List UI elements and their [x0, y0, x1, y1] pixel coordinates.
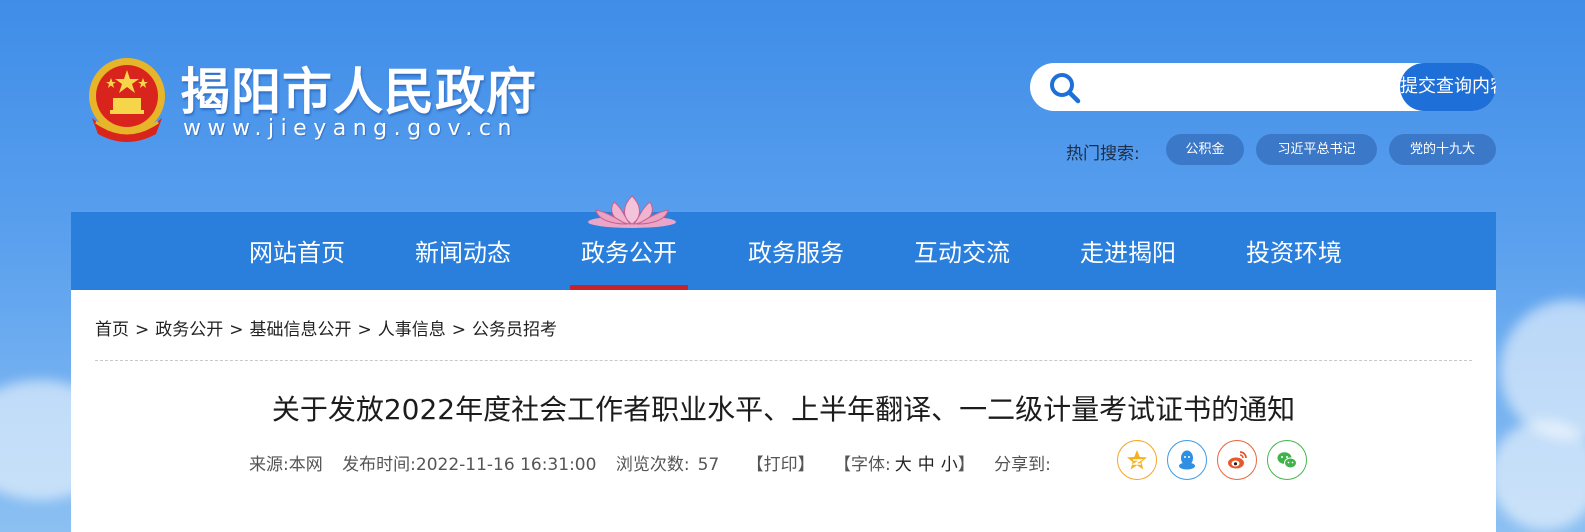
- breadcrumb-separator: >: [357, 320, 372, 340]
- wechat-icon: [1277, 452, 1297, 469]
- cloud-decoration: [1500, 300, 1585, 440]
- search-bar: 提交查询内容: [1030, 63, 1496, 111]
- site-title[interactable]: 揭阳市人民政府: [180, 52, 537, 124]
- main-nav: 网站首页 新闻动态 政务公开 政务服务 互动交流 走进揭阳 投资环境: [71, 212, 1496, 290]
- breadcrumb: 首页 > 政务公开 > 基础信息公开 > 人事信息 > 公务员招考: [95, 315, 557, 340]
- weibo-icon: [1228, 451, 1247, 469]
- hot-search-tag[interactable]: 习近平总书记: [1256, 134, 1377, 165]
- source-label: 来源:: [249, 455, 289, 475]
- article-title: 关于发放2022年度社会工作者职业水平、上半年翻译、一二级计量考试证书的通知: [271, 393, 1296, 426]
- article-meta: 来源:本网 发布时间:2022-11-16 16:31:00 浏览次数: 57 【…: [249, 450, 1065, 475]
- print-button[interactable]: 【打印】: [747, 455, 815, 475]
- share-wechat-button[interactable]: [1267, 440, 1307, 480]
- qzone-icon: [1127, 450, 1147, 470]
- font-size-large[interactable]: 大: [895, 455, 912, 475]
- breadcrumb-separator: >: [451, 320, 466, 340]
- nav-item-gov-services[interactable]: 政务服务: [726, 212, 866, 290]
- font-size-close: 】: [957, 455, 975, 475]
- nav-item-interaction[interactable]: 互动交流: [892, 212, 1032, 290]
- breadcrumb-civil-servant-exam[interactable]: 公务员招考: [472, 320, 557, 340]
- views-label: 浏览次数:: [615, 455, 690, 475]
- hot-search-tag[interactable]: 党的十九大: [1389, 134, 1496, 165]
- nav-item-about-jieyang[interactable]: 走进揭阳: [1058, 212, 1198, 290]
- cloud-decoration: [1490, 420, 1585, 530]
- font-size-medium[interactable]: 中: [918, 455, 935, 475]
- breadcrumb-gov-affairs[interactable]: 政务公开: [155, 320, 223, 340]
- breadcrumb-basic-info[interactable]: 基础信息公开: [250, 320, 352, 340]
- font-size-small[interactable]: 小: [941, 455, 958, 475]
- search-submit-button[interactable]: 提交查询内容: [1400, 63, 1496, 111]
- breadcrumb-separator: >: [135, 320, 150, 340]
- search-input[interactable]: [1094, 71, 1394, 103]
- nav-item-investment[interactable]: 投资环境: [1224, 212, 1364, 290]
- share-qzone-button[interactable]: [1117, 440, 1157, 480]
- national-emblem-logo: [89, 58, 165, 142]
- share-label: 分享到:: [994, 455, 1051, 475]
- publish-label: 发布时间:: [342, 455, 416, 475]
- breadcrumb-home[interactable]: 首页: [95, 320, 129, 340]
- source-value: 本网: [288, 455, 323, 475]
- share-weibo-button[interactable]: [1217, 440, 1257, 480]
- views-count: 57: [697, 455, 720, 475]
- divider: [95, 360, 1472, 361]
- article-panel: 首页 > 政务公开 > 基础信息公开 > 人事信息 > 公务员招考 关于发放2022年度社会工作…: [71, 290, 1496, 532]
- breadcrumb-personnel-info[interactable]: 人事信息: [378, 320, 446, 340]
- search-icon: [1050, 73, 1081, 104]
- qq-icon: [1179, 450, 1195, 470]
- publish-time: 2022-11-16 16:31:00: [415, 455, 597, 475]
- hot-search-tag[interactable]: 公积金: [1166, 134, 1244, 165]
- font-size-label: 【字体:: [834, 455, 891, 475]
- share-qq-button[interactable]: [1167, 440, 1207, 480]
- nav-item-home[interactable]: 网站首页: [227, 212, 367, 290]
- breadcrumb-separator: >: [229, 320, 244, 340]
- nav-item-news[interactable]: 新闻动态: [393, 212, 533, 290]
- hot-search-label: 热门搜索:: [1066, 144, 1140, 164]
- site-domain: www.jieyang.gov.cn: [183, 116, 518, 141]
- lotus-decoration-icon: [588, 195, 676, 228]
